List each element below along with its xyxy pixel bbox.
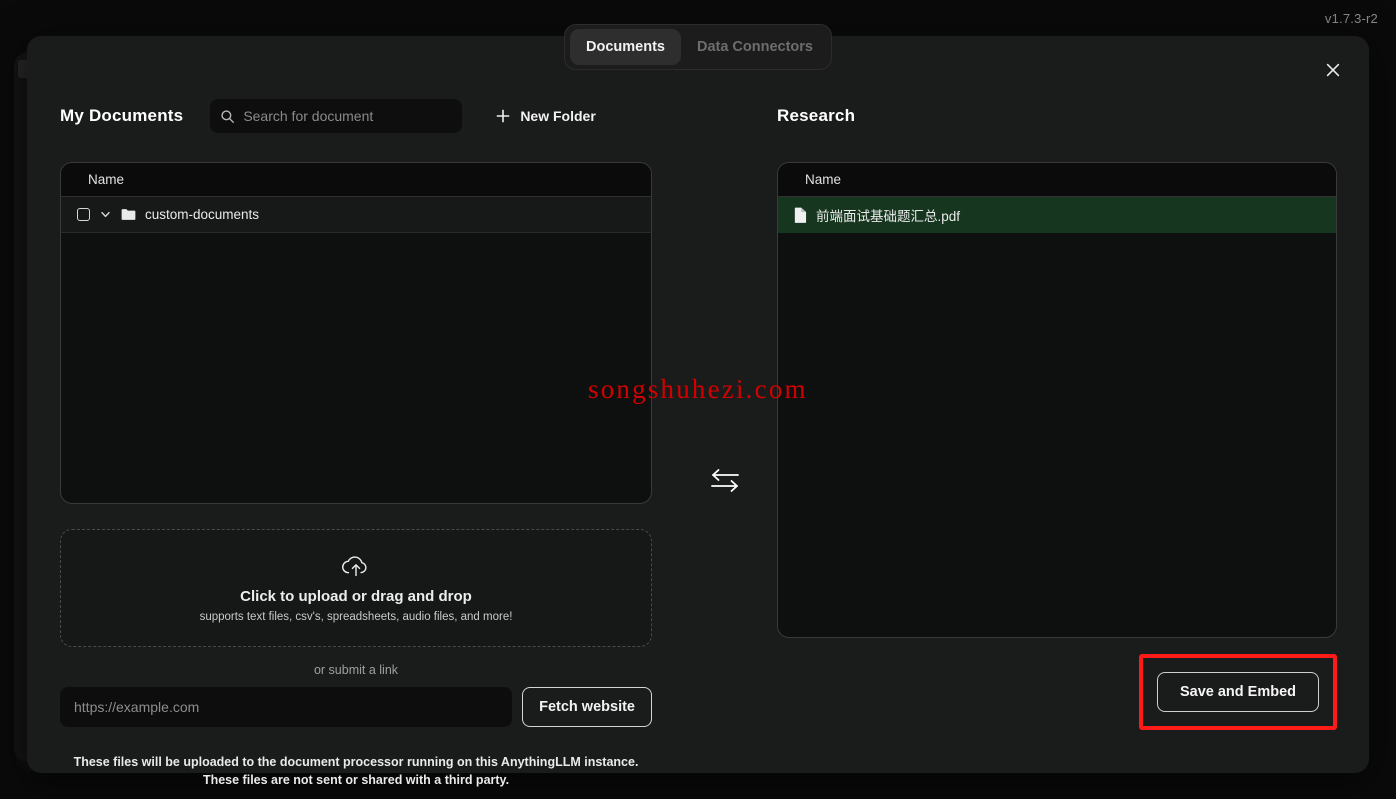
dropzone-subtitle: supports text files, csv's, spreadsheets… — [199, 610, 513, 623]
checkbox-icon[interactable] — [77, 208, 90, 221]
or-submit-link-label: or submit a link — [313, 663, 399, 677]
folder-icon — [121, 208, 136, 221]
workspace-documents-column: Research Name 前端面试基础题汇总.pdf Save and Emb… — [777, 96, 1337, 730]
disclaimer-line-2: These files are not sent or shared with … — [202, 773, 510, 788]
workspace-column-header: Name — [778, 163, 1336, 197]
save-and-embed-button[interactable]: Save and Embed — [1156, 672, 1319, 712]
chevron-down-icon[interactable] — [99, 208, 112, 221]
search-input[interactable] — [243, 108, 453, 124]
url-submit-row: Fetch website — [60, 687, 652, 727]
table-row-name: 前端面试基础题汇总.pdf — [816, 208, 961, 224]
my-documents-column-header: Name — [61, 163, 651, 197]
save-embed-row: Save and Embed — [777, 654, 1337, 730]
plus-icon — [495, 108, 511, 124]
my-documents-file-panel: Name custom-documents — [60, 162, 652, 504]
url-input[interactable] — [60, 687, 513, 727]
transfer-arrows-icon[interactable] — [703, 462, 747, 498]
search-icon — [220, 109, 235, 124]
annotation-highlight-box: Save and Embed — [1138, 654, 1337, 730]
version-label: v1.7.3-r2 — [1324, 11, 1378, 26]
upload-disclaimer: These files will be uploaded to the docu… — [60, 753, 652, 789]
workspace-header: Research — [777, 96, 1337, 136]
dropzone-title: Click to upload or drag and drop — [240, 587, 472, 605]
workspace-file-list: 前端面试基础题汇总.pdf — [778, 197, 1336, 637]
close-icon[interactable] — [1319, 56, 1347, 84]
tab-data-connectors[interactable]: Data Connectors — [681, 29, 829, 65]
search-box[interactable] — [210, 99, 463, 133]
document-manager-modal: My Documents New Folder — [27, 36, 1369, 787]
new-folder-button[interactable]: New Folder — [495, 108, 596, 124]
workspace-title: Research — [777, 106, 856, 125]
my-documents-column: My Documents New Folder — [60, 96, 652, 789]
my-documents-file-list: custom-documents — [61, 197, 651, 503]
disclaimer-line-1: These files will be uploaded to the docu… — [73, 755, 639, 769]
app-root: v1.7.3-r2 Documents Data Connectors My D… — [0, 0, 1396, 799]
tab-documents[interactable]: Documents — [570, 29, 681, 65]
upload-dropzone[interactable]: Click to upload or drag and drop support… — [60, 529, 652, 647]
document-icon — [794, 207, 807, 223]
modal-tabbar: Documents Data Connectors — [564, 24, 832, 70]
table-row-name: custom-documents — [145, 207, 260, 222]
fetch-website-button[interactable]: Fetch website — [522, 687, 652, 727]
table-row[interactable]: 前端面试基础题汇总.pdf — [778, 197, 1336, 233]
workspace-file-panel: Name 前端面试基础题汇总.pdf — [777, 162, 1337, 638]
new-folder-label: New Folder — [520, 108, 596, 124]
my-documents-header: My Documents New Folder — [60, 96, 652, 136]
cloud-upload-icon — [340, 554, 372, 580]
table-row[interactable]: custom-documents — [61, 197, 651, 233]
page-title: My Documents — [60, 106, 184, 125]
